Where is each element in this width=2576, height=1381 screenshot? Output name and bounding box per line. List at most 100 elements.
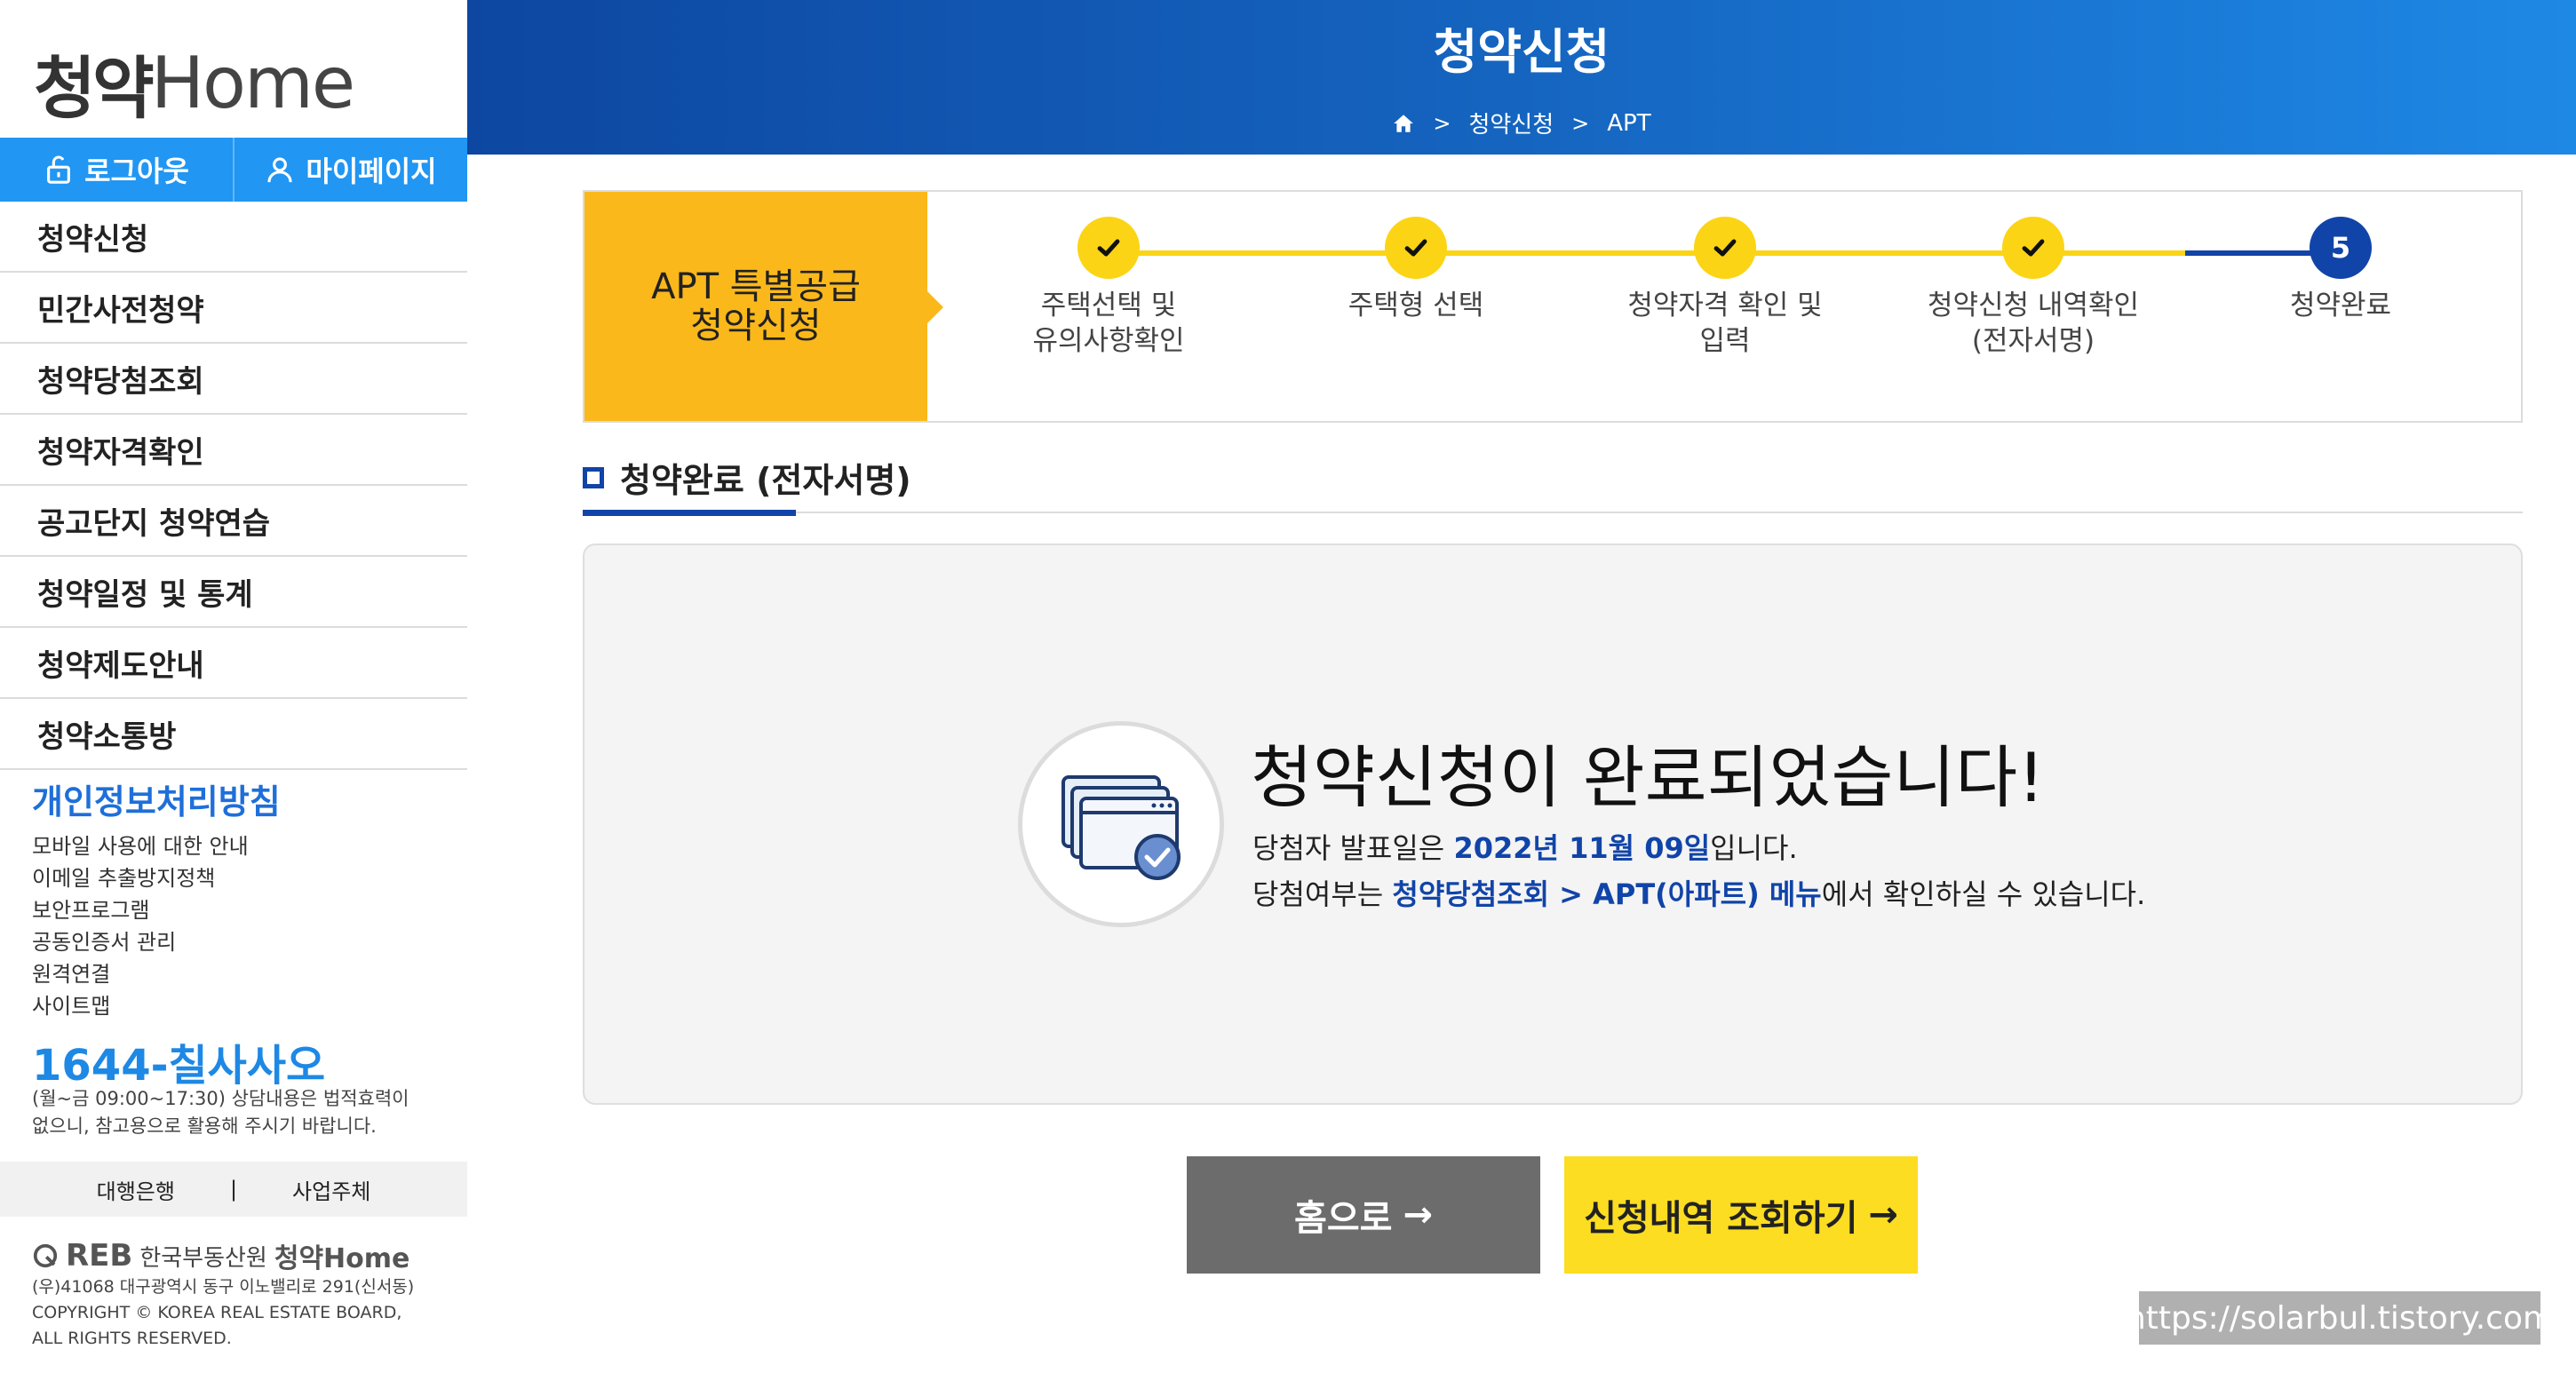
announcement-date-text: 당첨자 발표일은 2022년 11월 09일입니다.	[1252, 826, 1798, 867]
logo-en: Home	[150, 41, 355, 124]
document-check-icon	[1061, 775, 1181, 880]
menu-item-winning-lookup[interactable]: 청약당첨조회	[0, 344, 467, 415]
step-4-circle	[2002, 217, 2064, 279]
step-1: 주택선택 및 유의사항확인	[975, 217, 1242, 359]
reb-logo-icon	[33, 1243, 58, 1268]
breadcrumb-separator: >	[1433, 110, 1451, 136]
steps-label-line-1: APT 특별공급	[651, 266, 861, 307]
page-header: 청약신청 > 청약신청 > APT	[467, 0, 2576, 155]
arrow-right-icon: →	[1403, 1194, 1433, 1235]
step-4-label: 청약신청 내역확인 (전자서명)	[1900, 288, 2167, 359]
phone-note: (월~금 09:00~17:30) 상담내용은 법적효력이 없으니, 참고용으로…	[32, 1085, 409, 1140]
step-2: 주택형 선택	[1283, 217, 1549, 323]
go-home-button[interactable]: 홈으로 →	[1187, 1156, 1540, 1274]
arrow-right-icon: →	[1868, 1194, 1898, 1235]
check-icon	[1097, 239, 1120, 257]
menu-item-system-guide[interactable]: 청약제도안내	[0, 628, 467, 699]
watermark: https://solarbul.tistory.com	[2126, 1291, 2554, 1345]
footer-text: (우)41068 대구광역시 동구 이노밸리로 291(신서동) COPYRIG…	[32, 1274, 414, 1352]
menu-item-apply[interactable]: 청약신청	[0, 202, 467, 273]
page-title: 청약신청	[1433, 24, 1610, 80]
breadcrumb: > 청약신청 > APT	[467, 107, 2576, 139]
check-icon	[1404, 239, 1427, 257]
announcement-suffix: 입니다.	[1710, 831, 1798, 865]
phone-note-line-1: (월~금 09:00~17:30) 상담내용은 법적효력이	[32, 1088, 409, 1109]
sidebar: 청약 Home 로그아웃 마이페이지 청약신청 민간사전청약 청약당첨조회 청약…	[0, 0, 467, 1381]
check-icon	[1713, 239, 1737, 257]
check-icon	[2022, 239, 2045, 257]
step-4-label-line-2: (전자서명)	[1971, 325, 2095, 357]
step-2-label: 주택형 선택	[1283, 288, 1549, 323]
privacy-policy-link[interactable]: 개인정보처리방침	[32, 774, 281, 823]
section-bullet-icon	[583, 466, 604, 488]
section-title: 청약완료 (전자서명)	[583, 453, 911, 502]
side-menu: 청약신청 민간사전청약 청약당첨조회 청약자격확인 공고단지 청약연습 청약일정…	[0, 202, 467, 770]
partner-bar: 대행은행 | 사업주체	[0, 1162, 467, 1217]
breadcrumb-apt[interactable]: APT	[1607, 110, 1650, 137]
link-security-program[interactable]: 보안프로그램	[32, 894, 281, 926]
home-icon[interactable]	[1392, 112, 1415, 135]
footer-reb: REB	[66, 1238, 133, 1274]
link-certificate[interactable]: 공동인증서 관리	[32, 926, 281, 958]
section-divider	[583, 512, 2523, 513]
user-icon	[267, 157, 292, 183]
breadcrumb-apply[interactable]: 청약신청	[1468, 107, 1554, 139]
step-4: 청약신청 내역확인 (전자서명)	[1900, 217, 2167, 359]
result-prefix: 당첨여부는	[1252, 877, 1393, 911]
step-2-label-line-1: 주택형 선택	[1348, 290, 1484, 321]
section-title-text: 청약완료 (전자서명)	[620, 461, 911, 500]
go-home-label: 홈으로	[1294, 1198, 1393, 1239]
step-5-label-line-1: 청약완료	[2289, 290, 2392, 321]
step-5-label: 청약완료	[2207, 288, 2474, 323]
menu-item-private-pre-apply[interactable]: 민간사전청약	[0, 273, 467, 344]
steps-label-line-2: 청약신청	[690, 306, 822, 346]
step-5-circle: 5	[2310, 217, 2372, 279]
logo-ko: 청약	[34, 49, 155, 128]
result-menu-path: 청약당첨조회 > APT(아파트) 메뉴	[1392, 877, 1822, 911]
step-1-label-line-1: 주택선택 및	[1040, 290, 1177, 321]
step-2-circle	[1385, 217, 1447, 279]
completion-title: 청약신청이 완료되었습니다!	[1251, 738, 2045, 817]
announcement-prefix: 당첨자 발표일은	[1252, 831, 1454, 865]
step-1-circle	[1077, 217, 1140, 279]
step-3-label-line-1: 청약자격 확인 및	[1627, 290, 1823, 321]
partner-developer-link[interactable]: 사업주체	[292, 1174, 370, 1205]
link-remote[interactable]: 원격연결	[32, 958, 281, 990]
footer-copyright-2: ALL RIGHTS RESERVED.	[32, 1329, 232, 1348]
progress-steps: APT 특별공급 청약신청 주택선택 및 유의사항확인 주택형 선택 청약자격 …	[583, 190, 2523, 423]
partner-separator: |	[229, 1177, 238, 1202]
completion-icon-wrapper	[1018, 721, 1224, 927]
link-mobile-guide[interactable]: 모바일 사용에 대한 안내	[32, 830, 281, 862]
step-3-label-line-2: 입력	[1699, 325, 1751, 357]
phone-note-line-2: 없으니, 참고용으로 활용해 주시기 바랍니다.	[32, 1115, 377, 1137]
step-4-label-line-1: 청약신청 내역확인	[1927, 290, 2139, 321]
view-application-label: 신청내역 조회하기	[1584, 1198, 1858, 1239]
site-logo[interactable]: 청약 Home	[34, 41, 355, 129]
completion-panel: 청약신청이 완료되었습니다! 당첨자 발표일은 2022년 11월 09일입니다…	[583, 544, 2523, 1105]
steps-label: APT 특별공급 청약신청	[584, 192, 943, 421]
mypage-button[interactable]: 마이페이지	[233, 138, 467, 202]
link-sitemap[interactable]: 사이트맵	[32, 990, 281, 1022]
footer-brand: 청약Home	[274, 1243, 410, 1274]
auth-bar: 로그아웃 마이페이지	[0, 138, 467, 202]
menu-item-eligibility[interactable]: 청약자격확인	[0, 415, 467, 486]
menu-item-practice[interactable]: 공고단지 청약연습	[0, 486, 467, 557]
section-divider-accent	[583, 510, 796, 516]
logout-button[interactable]: 로그아웃	[0, 138, 233, 202]
menu-item-schedule-stats[interactable]: 청약일정 및 통계	[0, 557, 467, 628]
menu-item-community[interactable]: 청약소통방	[0, 699, 467, 770]
result-suffix: 에서 확인하실 수 있습니다.	[1821, 877, 2146, 911]
view-application-button[interactable]: 신청내역 조회하기 →	[1564, 1156, 1918, 1274]
step-5: 5 청약완료	[2207, 217, 2474, 323]
footer-copyright-1: COPYRIGHT © KOREA REAL ESTATE BOARD,	[32, 1303, 402, 1322]
step-1-label-line-2: 유의사항확인	[1032, 325, 1185, 357]
partner-bank-link[interactable]: 대행은행	[97, 1174, 175, 1205]
phone-number: 1644-칠사사오	[32, 1041, 326, 1091]
logout-label: 로그아웃	[84, 155, 189, 188]
mypage-label: 마이페이지	[306, 155, 437, 188]
step-3-circle	[1694, 217, 1756, 279]
link-email-policy[interactable]: 이메일 추출방지정책	[32, 862, 281, 894]
footer-address: (우)41068 대구광역시 동구 이노밸리로 291(신서동)	[32, 1277, 415, 1297]
footer-links: 개인정보처리방침 모바일 사용에 대한 안내 이메일 추출방지정책 보안프로그램…	[32, 774, 281, 1022]
step-3: 청약자격 확인 및 입력	[1592, 217, 1858, 359]
